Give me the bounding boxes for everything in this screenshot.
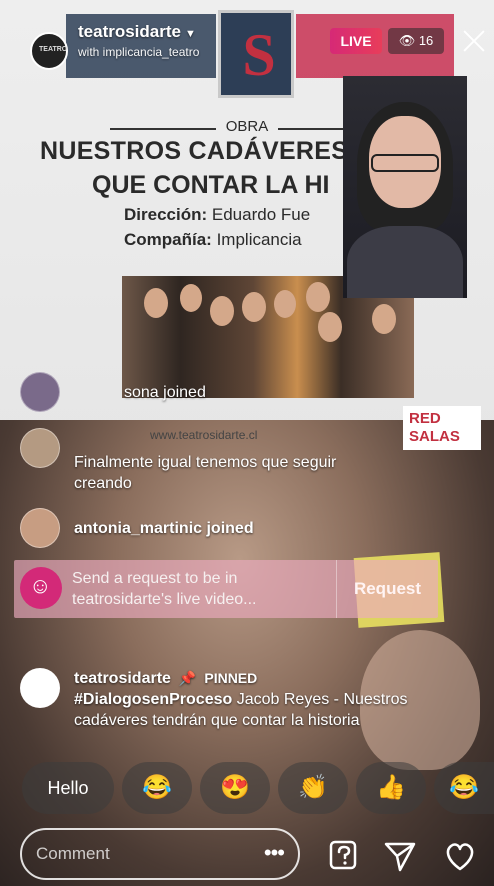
avatar[interactable] bbox=[20, 428, 60, 468]
quick-reaction-thumbs-up[interactable]: 👍 bbox=[356, 762, 426, 814]
request-button[interactable]: Request bbox=[336, 560, 438, 618]
request-icon: ☺ bbox=[20, 567, 62, 609]
send-icon[interactable] bbox=[382, 838, 418, 874]
comment-input[interactable]: Comment ••• bbox=[20, 828, 300, 880]
quick-reaction-clap[interactable]: 👏 bbox=[278, 762, 348, 814]
heart-icon[interactable] bbox=[442, 838, 478, 874]
guest-video[interactable] bbox=[343, 76, 467, 298]
host-avatar[interactable]: TEATRO bbox=[30, 32, 68, 70]
live-badge: LIVE bbox=[330, 28, 382, 54]
poster-logo: S bbox=[218, 10, 294, 98]
viewer-count[interactable]: 👁 16 bbox=[388, 28, 444, 54]
poster-website: www.teatrosidarte.cl bbox=[150, 428, 258, 442]
avatar[interactable] bbox=[20, 508, 60, 548]
avatar[interactable] bbox=[20, 372, 60, 412]
chevron-down-icon: ▼ bbox=[184, 28, 196, 40]
request-banner: ☺ Send a request to be in teatrosidarte'… bbox=[14, 560, 438, 618]
guest-line: with implicancia_teatro bbox=[78, 45, 200, 59]
pin-icon: 📌 bbox=[178, 670, 197, 686]
red-salas-logo: RED SALAS bbox=[403, 406, 481, 450]
close-icon[interactable] bbox=[459, 26, 489, 56]
avatar[interactable] bbox=[20, 668, 60, 708]
quick-reply-hello[interactable]: Hello bbox=[22, 762, 114, 814]
quick-reaction-heart-eyes[interactable]: 😍 bbox=[200, 762, 270, 814]
question-box-icon[interactable] bbox=[326, 838, 362, 874]
host-name[interactable]: teatrosidarte ▼ bbox=[78, 22, 196, 42]
quick-reaction-laugh[interactable]: 😂 bbox=[122, 762, 192, 814]
more-options-icon[interactable]: ••• bbox=[264, 840, 285, 866]
eye-icon: 👁 bbox=[398, 33, 416, 48]
comment-placeholder: Comment bbox=[36, 844, 110, 863]
quick-reaction-laugh-2[interactable]: 😂 bbox=[434, 762, 494, 814]
